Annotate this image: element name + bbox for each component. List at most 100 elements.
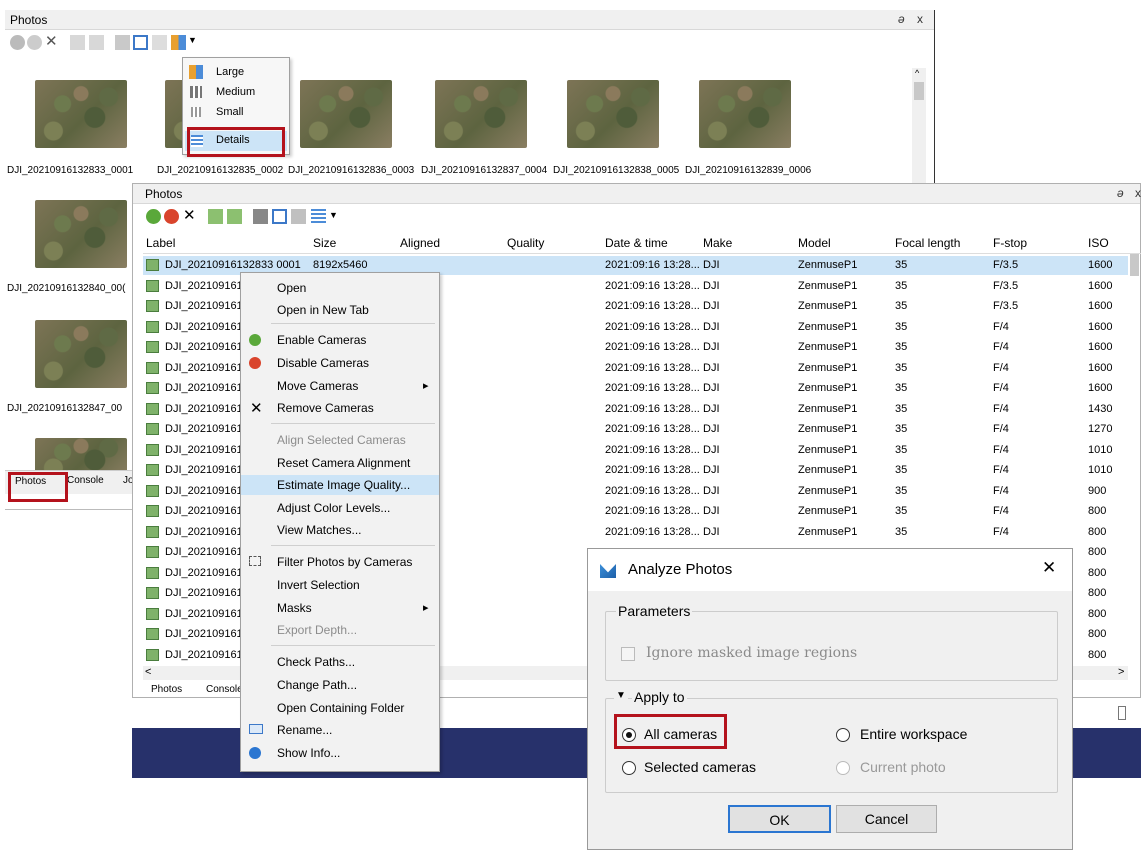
cell-model: ZenmuseP1 [798, 484, 858, 497]
context-menu-item[interactable]: Show Info... [241, 743, 439, 763]
scroll-thumb[interactable] [1130, 254, 1139, 276]
context-menu-item[interactable]: Reset Camera Alignment [241, 453, 439, 473]
cancel-button[interactable]: Cancel [836, 805, 937, 833]
context-menu-item[interactable]: Change Path... [241, 675, 439, 695]
close-icon[interactable]: ✕ [1042, 558, 1056, 578]
apply-to-legend: Apply to [632, 689, 687, 705]
sort-desc-icon[interactable] [227, 209, 242, 224]
details-icon[interactable] [152, 35, 167, 50]
cell-label: DJI_2021091613 [165, 279, 249, 292]
radio-entire-workspace[interactable] [836, 728, 850, 742]
ignore-masked-checkbox[interactable] [621, 647, 635, 661]
cell-label: DJI_20210916132833 0001 [165, 259, 301, 271]
enable-icon[interactable] [146, 209, 161, 224]
thumbnail[interactable] [35, 80, 127, 148]
remove-icon[interactable]: ✕ [183, 206, 198, 224]
column-header-label[interactable]: Label [146, 236, 175, 250]
float-icon[interactable]: ə [1117, 186, 1124, 200]
context-menu-item[interactable]: Open Containing Folder [241, 698, 439, 718]
thumbnail[interactable] [35, 200, 127, 268]
tab-console[interactable]: Console [206, 684, 243, 695]
menu-item-label: Small [216, 106, 244, 118]
close-icon[interactable]: x [917, 12, 923, 26]
context-menu-item-label: Disable Cameras [277, 356, 370, 370]
thumbnail[interactable] [300, 80, 392, 148]
context-menu-item[interactable]: Masks ▸ [241, 598, 439, 618]
menu-item-small[interactable]: Small [183, 103, 289, 123]
thumbnail[interactable] [35, 320, 127, 388]
info-icon [249, 747, 261, 759]
sort-desc-icon[interactable] [89, 35, 104, 50]
thumbnail[interactable] [699, 80, 791, 148]
disable-icon[interactable] [27, 35, 42, 50]
highlight-all-cameras [614, 714, 727, 749]
selected-cameras-label[interactable]: Selected cameras [644, 759, 756, 775]
menu-separator [271, 323, 435, 324]
column-header-date[interactable]: Date & time [605, 236, 668, 250]
context-menu-item[interactable]: Estimate Image Quality... [241, 475, 439, 495]
scroll-left-icon[interactable]: < [145, 666, 151, 678]
context-menu-item[interactable]: View Matches... [241, 520, 439, 540]
context-menu-item[interactable]: Enable Cameras [241, 330, 439, 350]
column-header-size[interactable]: Size [313, 236, 336, 250]
cell-model: ZenmuseP1 [798, 402, 858, 415]
tab-console[interactable]: Console [67, 475, 104, 486]
scroll-thumb[interactable] [914, 82, 924, 100]
thumbnail[interactable] [435, 80, 527, 148]
reset-filter-icon[interactable] [133, 35, 148, 50]
chevron-down-icon[interactable]: ▼ [329, 210, 338, 220]
context-menu-item[interactable]: ✕ Remove Cameras [241, 398, 439, 418]
context-menu-item[interactable]: Open in New Tab [241, 300, 439, 320]
enable-icon[interactable] [10, 35, 25, 50]
column-header-iso[interactable]: ISO [1088, 236, 1109, 250]
entire-workspace-label[interactable]: Entire workspace [860, 726, 967, 742]
scroll-right-icon[interactable]: > [1118, 666, 1124, 678]
collapse-icon[interactable]: ▼ [614, 690, 628, 701]
cell-iso: 1430 [1088, 402, 1113, 415]
column-header-fstop[interactable]: F-stop [993, 236, 1027, 250]
context-menu-item[interactable]: Invert Selection [241, 575, 439, 595]
cell-model: ZenmuseP1 [798, 423, 858, 435]
reset-filter-icon[interactable] [272, 209, 287, 224]
tab-photos[interactable]: Photos [151, 684, 182, 695]
cell-make: DJI [703, 443, 720, 456]
column-header-model[interactable]: Model [798, 236, 831, 250]
column-header-make[interactable]: Make [703, 236, 732, 250]
sort-asc-icon[interactable] [208, 209, 223, 224]
context-menu-item[interactable]: Rename... [241, 720, 439, 740]
vertical-scrollbar[interactable]: ^ [912, 68, 926, 188]
cell-focal: 35 [895, 341, 908, 353]
thumbnail[interactable] [567, 80, 659, 148]
context-menu-item[interactable]: Check Paths... [241, 652, 439, 672]
context-menu-item[interactable]: Open [241, 278, 439, 298]
cell-focal: 35 [895, 402, 908, 415]
chevron-down-icon[interactable]: ▼ [188, 35, 197, 45]
sort-asc-icon[interactable] [70, 35, 85, 50]
ok-button[interactable]: OK [728, 805, 831, 833]
menu-item-large[interactable]: Large [183, 63, 289, 83]
close-icon[interactable]: x [1135, 186, 1141, 200]
binoculars-icon[interactable] [115, 35, 130, 50]
context-menu-item[interactable]: Filter Photos by Cameras [241, 552, 439, 572]
view-mode-icon[interactable] [311, 209, 326, 224]
context-menu-item[interactable]: Adjust Color Levels... [241, 498, 439, 518]
cell-make: DJI [703, 423, 720, 435]
column-header-focal[interactable]: Focal length [895, 236, 960, 250]
details-icon[interactable] [291, 209, 306, 224]
menu-item-medium[interactable]: Medium [183, 83, 289, 103]
context-menu-item[interactable]: Disable Cameras [241, 353, 439, 373]
float-icon[interactable]: ə [898, 12, 905, 26]
radio-selected-cameras[interactable] [622, 761, 636, 775]
disable-icon[interactable] [164, 209, 179, 224]
vertical-scrollbar[interactable] [1128, 246, 1141, 666]
binoculars-icon[interactable] [253, 209, 268, 224]
remove-icon[interactable]: ✕ [45, 32, 60, 50]
context-menu-item[interactable]: Move Cameras ▸ [241, 376, 439, 396]
scroll-up-icon[interactable]: ^ [915, 68, 919, 78]
view-mode-icon[interactable] [171, 35, 186, 50]
cell-iso: 800 [1088, 546, 1107, 558]
back-toolbar: ✕ ▼ [5, 31, 934, 55]
column-header-aligned[interactable]: Aligned [400, 236, 440, 250]
menu-item-label: Large [216, 66, 245, 78]
column-header-quality[interactable]: Quality [507, 236, 544, 250]
